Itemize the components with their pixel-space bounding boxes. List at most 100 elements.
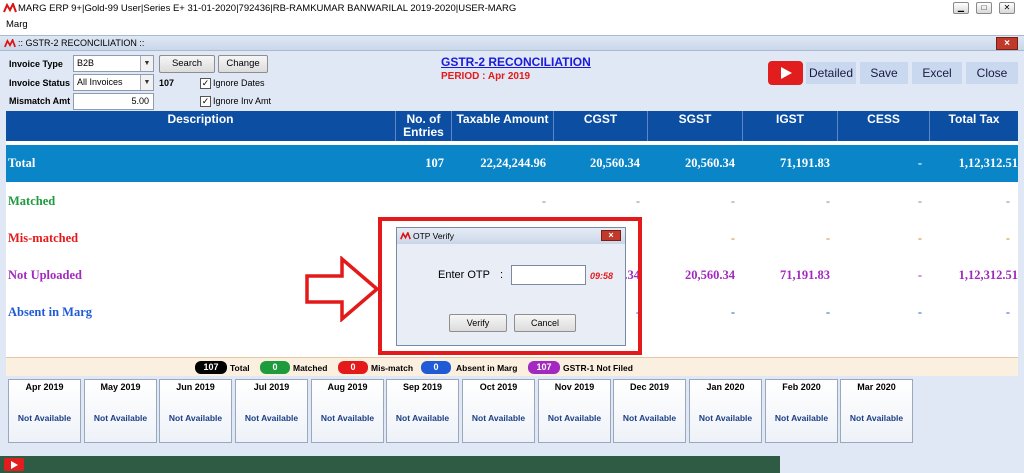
mismatch-amt-label: Mismatch Amt	[9, 96, 71, 106]
month-tile-jul-2019[interactable]: Jul 2019 Not Available	[235, 379, 308, 443]
month-name: Jun 2019	[176, 382, 215, 392]
month-tile-jan-2020[interactable]: Jan 2020 Not Available	[689, 379, 762, 443]
cell-cess: -	[917, 156, 922, 170]
month-name: Feb 2020	[782, 382, 821, 392]
cell-total: -	[1005, 305, 1010, 319]
month-status: Not Available	[93, 413, 148, 423]
month-status: Not Available	[622, 413, 677, 423]
col-entries: No. of Entries	[396, 111, 452, 141]
legend-absent-badge: 0	[421, 361, 451, 374]
cell-total: -	[1005, 194, 1010, 208]
app-title-bar: MARG ERP 9+|Gold-99 User|Series E+ 31-01…	[0, 0, 1024, 17]
month-name: Nov 2019	[554, 382, 595, 392]
month-status: Not Available	[849, 413, 904, 423]
minimize-button[interactable]: ▁	[953, 2, 969, 14]
cancel-button[interactable]: Cancel	[514, 314, 576, 332]
month-tile-oct-2019[interactable]: Oct 2019 Not Available	[462, 379, 535, 443]
month-name: Dec 2019	[629, 382, 670, 392]
month-tile-mar-2020[interactable]: Mar 2020 Not Available	[840, 379, 913, 443]
cell-igst: -	[825, 194, 830, 208]
table-header: Description No. of Entries Taxable Amoun…	[6, 111, 1018, 141]
legend-total-badge: 107	[195, 361, 227, 374]
cell-igst: -	[825, 305, 830, 319]
col-cgst: CGST	[554, 111, 648, 141]
col-cess: CESS	[838, 111, 930, 141]
annotation-arrow-icon	[305, 256, 380, 322]
youtube-play-icon[interactable]	[768, 61, 803, 85]
cell-cess: -	[917, 194, 922, 208]
month-name: May 2019	[100, 382, 141, 392]
verify-button[interactable]: Verify	[449, 314, 507, 332]
legend-mismatch-badge: 0	[338, 361, 368, 374]
cell-sgst: -	[730, 231, 735, 245]
month-status: Not Available	[320, 413, 375, 423]
month-status: Not Available	[471, 413, 526, 423]
ignore-inv-amt-checkbox[interactable]: ✓	[200, 96, 211, 107]
cell-sgst: -	[730, 194, 735, 208]
month-status: Not Available	[168, 413, 223, 423]
otp-input[interactable]	[511, 265, 586, 285]
save-button[interactable]: Save	[860, 62, 908, 84]
month-name: Aug 2019	[327, 382, 368, 392]
close-app-button[interactable]: ✕	[999, 2, 1015, 14]
month-name: Oct 2019	[479, 382, 518, 392]
month-name: Apr 2019	[25, 382, 64, 392]
close-button[interactable]: Close	[966, 62, 1018, 84]
month-tile-feb-2020[interactable]: Feb 2020 Not Available	[765, 379, 838, 443]
month-tile-aug-2019[interactable]: Aug 2019 Not Available	[311, 379, 384, 443]
invoice-count: 107	[159, 78, 175, 88]
month-tile-sep-2019[interactable]: Sep 2019 Not Available	[386, 379, 459, 443]
excel-button[interactable]: Excel	[912, 62, 962, 84]
row-label: Total	[8, 156, 36, 170]
detailed-button[interactable]: Detailed	[806, 62, 856, 84]
cell-sgst: -	[730, 305, 735, 319]
legend-total-label: Total	[230, 363, 250, 373]
otp-close-button[interactable]: ×	[601, 230, 621, 241]
month-tile-dec-2019[interactable]: Dec 2019 Not Available	[613, 379, 686, 443]
inner-close-button[interactable]: ×	[996, 37, 1018, 50]
col-sgst: SGST	[648, 111, 743, 141]
month-name: Jul 2019	[253, 382, 290, 392]
mismatch-amt-input[interactable]: 5.00	[73, 93, 154, 110]
month-name: Jan 2020	[706, 382, 745, 392]
cell-taxable: 22,24,244.96	[480, 156, 546, 170]
month-tile-jun-2019[interactable]: Jun 2019 Not Available	[159, 379, 232, 443]
otp-label: Enter OTP	[438, 269, 490, 281]
month-status: Not Available	[698, 413, 753, 423]
month-tile-apr-2019[interactable]: Apr 2019 Not Available	[8, 379, 81, 443]
cell-total: -	[1005, 231, 1010, 245]
search-button[interactable]: Search	[159, 55, 215, 73]
marg-logo-icon	[4, 39, 16, 48]
cell-taxable: -	[541, 194, 546, 208]
change-button[interactable]: Change	[218, 55, 268, 73]
marg-logo-icon	[3, 3, 17, 13]
month-tile-nov-2019[interactable]: Nov 2019 Not Available	[538, 379, 611, 443]
cell-cgst: -	[635, 194, 640, 208]
chevron-down-icon: ▼	[140, 56, 153, 71]
inner-window-header: :: GSTR-2 RECONCILIATION :: ×	[0, 35, 1024, 51]
cell-total: 1,12,312.51	[958, 156, 1018, 170]
cell-cess: -	[917, 268, 922, 282]
month-status: Not Available	[547, 413, 602, 423]
cell-igst: 71,191.83	[780, 268, 830, 282]
cell-igst: -	[825, 231, 830, 245]
invoice-status-select[interactable]: All Invoices ▼	[73, 74, 154, 91]
legend-absent-label: Absent in Marg	[456, 363, 518, 373]
col-total-tax: Total Tax	[948, 112, 1000, 126]
invoice-status-value: All Invoices	[77, 77, 123, 87]
month-tile-may-2019[interactable]: May 2019 Not Available	[84, 379, 157, 443]
cell-igst: 71,191.83	[780, 156, 830, 170]
invoice-status-label: Invoice Status	[9, 78, 71, 88]
menu-bar: Marg	[0, 17, 1024, 33]
table-row-matched[interactable]: Matched - - - - - -	[6, 183, 1018, 220]
invoice-type-value: B2B	[77, 58, 95, 68]
ignore-dates-checkbox[interactable]: ✓	[200, 78, 211, 89]
youtube-play-icon[interactable]	[4, 458, 24, 471]
maximize-button[interactable]: □	[976, 2, 992, 14]
cell-sgst: 20,560.34	[685, 156, 735, 170]
table-row-total[interactable]: Total 107 22,24,244.96 20,560.34 20,560.…	[6, 145, 1018, 182]
legend-matched-badge: 0	[260, 361, 290, 374]
menu-marg[interactable]: Marg	[6, 19, 28, 30]
invoice-type-select[interactable]: B2B ▼	[73, 55, 154, 72]
col-description: Description	[6, 111, 396, 141]
